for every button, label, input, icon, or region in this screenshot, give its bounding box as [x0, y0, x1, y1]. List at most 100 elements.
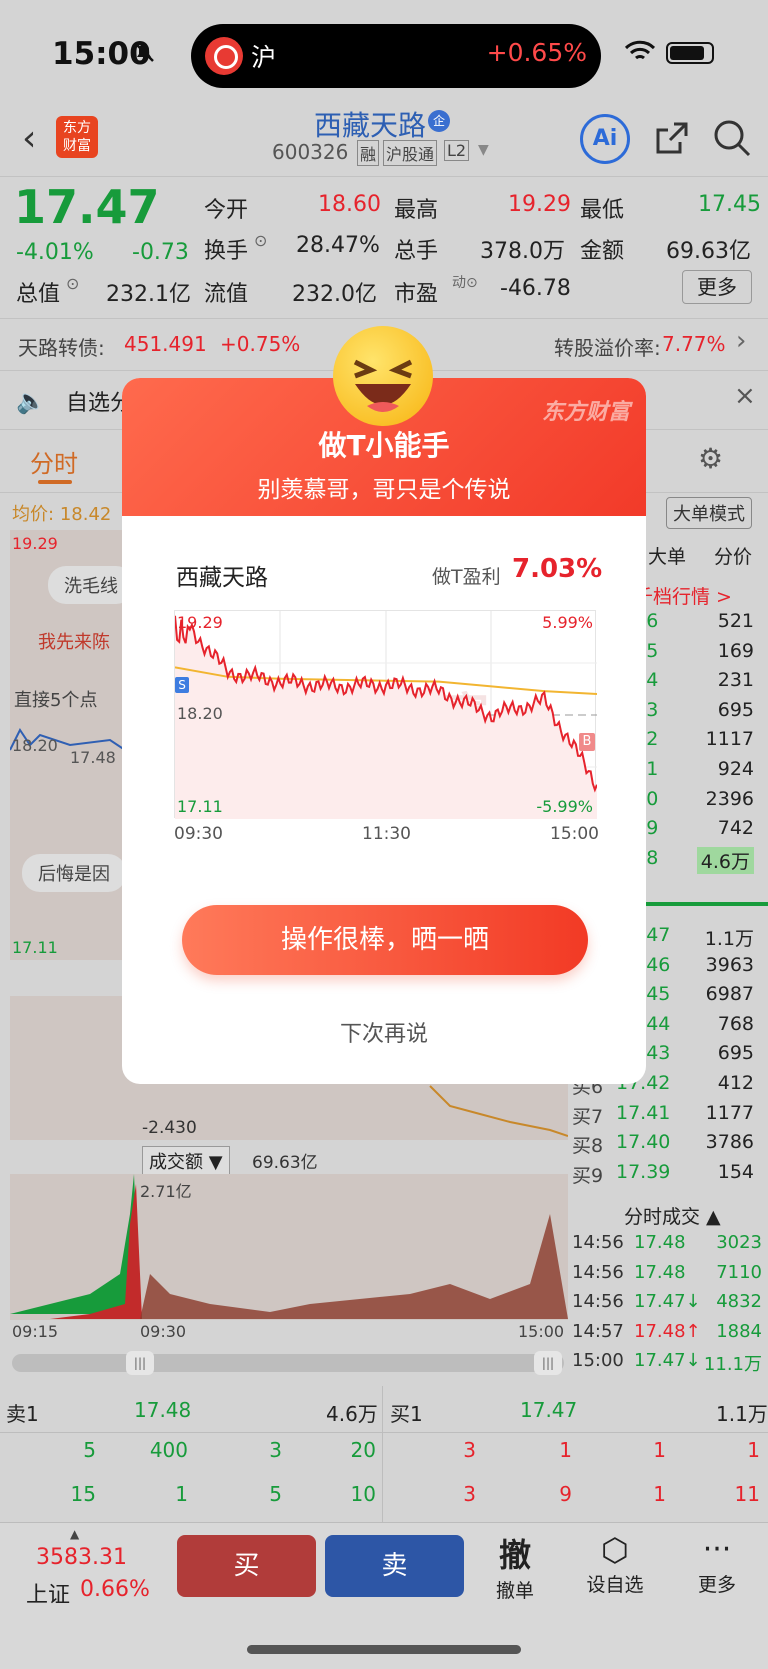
search-icon[interactable] [712, 118, 752, 162]
info-icon[interactable]: ⊙ [254, 231, 267, 250]
ask-volume: 2396 [705, 787, 754, 810]
info-icon[interactable]: 动⊙ [452, 272, 478, 292]
avg-price-label: 均价: 18.42 [12, 504, 112, 525]
bid-price: 17.40 [616, 1131, 671, 1154]
x-label: 09:30 [140, 1322, 187, 1341]
depth-price: 17.48 [134, 1398, 192, 1422]
more-label: 更多 [697, 1574, 736, 1596]
chat-bubble[interactable]: 我先来陈 [38, 628, 110, 654]
trades-title[interactable]: 分时成交 ▲ [624, 1202, 721, 1229]
trade-row: 14:56 17.48 3023 [572, 1232, 768, 1260]
island-market: 沪 [251, 43, 277, 72]
stock-tag: 融 [357, 140, 380, 166]
quote-label: 总值 [16, 282, 61, 307]
settings-icon[interactable]: ⚙ [698, 442, 723, 475]
current-price: 17.47 [14, 180, 160, 234]
time-label: 15:00 [550, 824, 599, 844]
sell-button[interactable]: 卖 [325, 1535, 464, 1597]
ask-volume: 521 [717, 610, 754, 632]
quote-value: 232.1亿 [106, 282, 191, 307]
trade-volume: 1884 [716, 1320, 762, 1342]
ask-volume: 4.6万 [696, 846, 754, 874]
dropdown-icon[interactable]: ▼ [478, 142, 489, 158]
stock-header: ‹ 东方 财富 西藏天路 企 600326 融 沪股通 L2 ▼ Ai [0, 104, 768, 176]
tab-intraday[interactable]: 分时 [30, 444, 78, 479]
bid-row[interactable]: 买7 17.41 1177 [568, 1102, 768, 1130]
chart-low: 17.11 [12, 938, 58, 957]
bid-volume: 154 [717, 1160, 754, 1183]
ask-volume: 231 [717, 669, 754, 692]
volume-selector[interactable]: 成交额 ▼ [142, 1146, 230, 1176]
range-slider[interactable]: ||| ||| [12, 1351, 564, 1375]
depth-buy-cell: 1 [747, 1438, 760, 1462]
trade-row: 14:56 17.47↓ 4832 [572, 1291, 768, 1319]
quote-label: 今开 [204, 198, 249, 223]
cancel-label: 撤单 [495, 1580, 534, 1602]
buy-button[interactable]: 买 [177, 1535, 316, 1597]
add-watchlist-button[interactable]: ⬡ 设自选 [578, 1530, 652, 1597]
stock-name[interactable]: 西藏天路 [314, 104, 426, 144]
bond-label: 天路转债: [18, 336, 105, 360]
big-order-toggle[interactable]: 大单模式 [666, 497, 752, 529]
bid-price: 17.39 [616, 1160, 671, 1183]
slider-handle[interactable]: ||| [126, 1351, 154, 1375]
depth-price: 17.47 [520, 1398, 578, 1422]
trade-price: 17.47↓ [634, 1350, 701, 1372]
depth-buy-cell: 9 [559, 1482, 572, 1506]
col-header[interactable]: 大单 [648, 542, 686, 569]
trade-volume: 3023 [716, 1232, 762, 1253]
more-dots-icon: ··· [702, 1532, 732, 1567]
trade-row: 14:56 17.48 7110 [572, 1262, 768, 1290]
share-icon[interactable] [652, 118, 692, 162]
bid-volume: 695 [717, 1042, 754, 1065]
trade-volume: 7110 [716, 1261, 762, 1283]
col-header[interactable]: 分价 [714, 542, 752, 569]
bid-label: 买7 [572, 1105, 604, 1128]
bid-row[interactable]: 买9 17.39 154 [568, 1161, 768, 1189]
chat-bubble[interactable]: 直接5个点 [14, 686, 97, 712]
quote-value: 19.29 [508, 192, 571, 217]
more-button[interactable]: 更多 [682, 270, 752, 304]
ai-button[interactable]: Ai [580, 114, 630, 164]
trade-row: 15:00 17.47↓ 11.1万 [572, 1350, 768, 1378]
back-icon[interactable]: ‹ [22, 118, 36, 159]
chat-bubble[interactable]: 后悔是因 [22, 854, 126, 892]
ask-volume: 695 [717, 698, 754, 721]
quote-value: 232.0亿 [292, 282, 377, 307]
depth-volume: 4.6万 [326, 1402, 378, 1426]
quote-label: 最高 [394, 198, 439, 223]
mini-min-price: 17.11 [177, 797, 223, 816]
quote-value: 378.0万 [480, 239, 565, 264]
share-button[interactable]: 操作很棒，晒一晒 [182, 905, 588, 975]
slider-handle[interactable]: ||| [534, 1351, 562, 1375]
index-value[interactable]: 3583.31 [36, 1545, 127, 1570]
trade-time: 14:56 [572, 1261, 624, 1283]
app-brand-logo: 东方 财富 [56, 116, 98, 158]
home-indicator[interactable] [247, 1645, 521, 1654]
close-icon[interactable]: × [734, 381, 756, 411]
more-menu-button[interactable]: ··· 更多 [690, 1530, 744, 1597]
mini-min-pct: -5.99% [536, 797, 593, 816]
volume-total: 69.63亿 [252, 1153, 318, 1173]
bid-row[interactable]: 买8 17.40 3786 [568, 1131, 768, 1159]
depth-label: 买1 [390, 1402, 423, 1426]
quote-label: 总手 [394, 239, 439, 264]
bid-volume: 768 [717, 1012, 754, 1035]
trade-time: 14:56 [572, 1232, 624, 1253]
trade-time: 14:57 [572, 1320, 624, 1342]
mini-max-pct: 5.99% [542, 613, 593, 632]
depth-buy-cell: 1 [559, 1438, 572, 1462]
sell-marker: S [175, 677, 189, 693]
level2-link[interactable]: 千档行情 > [634, 582, 732, 609]
cancel-order-button[interactable]: 撤 撤单 [490, 1530, 540, 1603]
dynamic-island[interactable]: 沪 +0.65% [191, 24, 601, 88]
profit-label: 做T盈利 [432, 566, 501, 588]
mini-ref-price: 18.20 [177, 704, 223, 723]
dismiss-button[interactable]: 下次再说 [122, 1016, 646, 1048]
trade-volume: 4832 [716, 1291, 762, 1313]
cancel-icon: 撤 [498, 1536, 531, 1574]
app-logo-icon [205, 37, 243, 75]
quote-label: 换手 [204, 239, 249, 264]
info-icon[interactable]: ⊙ [66, 274, 79, 293]
mini-chart: 东方财富 19.29 5.99% 18.20 17.11 -5.99% S B [174, 610, 597, 819]
